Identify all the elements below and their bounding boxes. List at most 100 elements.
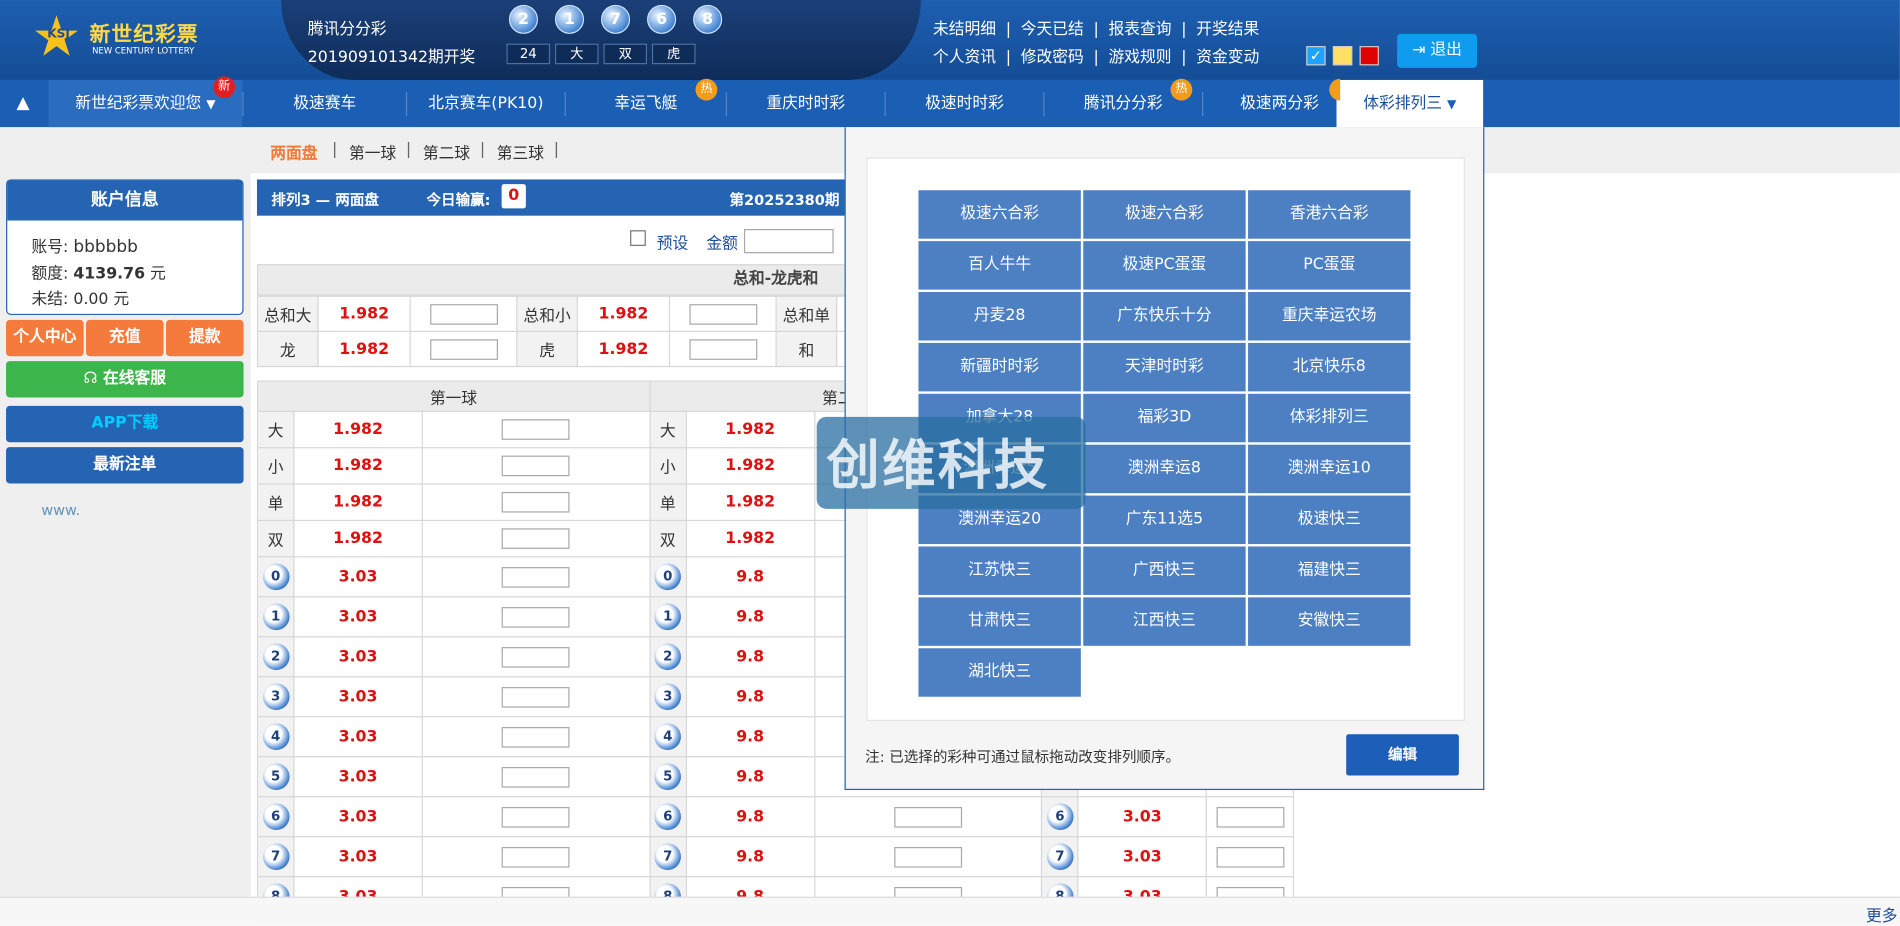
bet-input[interactable] [688,303,757,325]
subtab-ball-1[interactable]: 第一球 [349,141,396,163]
bet-input[interactable] [502,686,570,708]
result-ball: 1 [554,4,585,34]
deposit-button[interactable]: 充值 [86,319,164,357]
logout-icon: ⇥ [1412,41,1431,60]
bet-input[interactable] [502,566,570,588]
bet-input[interactable] [502,846,570,867]
latest-bets-button[interactable]: 最新注单 [6,447,244,484]
bet-input[interactable] [688,338,757,360]
game-option[interactable]: 香港六合彩 [1248,190,1411,239]
link-results[interactable]: 开奖结果 [1196,16,1259,39]
game-option[interactable]: 安徽快三 [1248,597,1411,646]
subtab-ball-3[interactable]: 第三球 [497,141,544,163]
number-ball-icon: 4 [262,723,289,751]
subtab-two-sides[interactable]: 两面盘 [270,141,317,163]
preset-checkbox[interactable] [630,230,646,246]
game-nav: ▲ 新世纪彩票欢迎您 ▼ 极速赛车 北京赛车(PK10) 幸运飞艇 重庆时时彩 … [0,79,1900,128]
option-label: 3 [648,676,687,718]
game-option[interactable]: 澳洲幸运8 [1083,444,1246,494]
game-option[interactable]: 广东快乐十分 [1083,292,1246,341]
amount-input[interactable] [743,229,834,254]
top-links-row2: 个人资讯 | 修改密码 | 游戏规则 | 资金变动 [933,44,1259,66]
game-option[interactable]: 重庆幸运农场 [1248,292,1411,341]
nav-item-cq-ssc[interactable]: 重庆时时彩 [727,80,885,127]
game-option[interactable]: 江西快三 [1083,597,1246,646]
winloss-value: 0 [501,184,526,209]
site-logo[interactable]: ★ KSJ 新世纪彩票 NEW CENTURY LOTTERY [32,7,202,70]
bet-input[interactable] [502,419,570,440]
game-option[interactable]: 广东11选5 [1083,495,1246,545]
game-option[interactable]: 极速快三 [1248,495,1411,545]
game-option[interactable]: 极速PC蛋蛋 [1083,241,1246,290]
bet-input[interactable] [1216,846,1284,867]
section-title-text: 总和-龙虎和 [733,270,819,289]
bet-input[interactable] [502,528,570,549]
odds-value: 3.03 [293,636,423,678]
bet-input[interactable] [1216,806,1284,827]
bet-input[interactable] [429,338,498,360]
link-rules[interactable]: 游戏规则 [1108,44,1171,66]
bet-input[interactable] [502,491,570,513]
theme-blue-checked-icon[interactable]: ✓ [1306,46,1326,66]
game-option[interactable]: 湖北快三 [918,648,1081,697]
theme-yellow-swatch[interactable] [1332,46,1353,66]
bet-input[interactable] [502,646,570,668]
game-option[interactable]: 福彩3D [1083,393,1246,443]
nav-item-speed-ssc[interactable]: 极速时时彩 [886,80,1044,127]
bet-input[interactable] [502,766,570,787]
bet-cell [421,556,651,598]
game-option[interactable]: 广西快三 [1083,546,1246,595]
bet-input[interactable] [502,455,570,477]
option-label: 单 [648,483,687,522]
personal-center-button[interactable]: 个人中心 [6,319,84,357]
bet-input[interactable] [502,806,570,827]
service-label: 在线客服 [103,369,167,388]
credit-label: 额度: [31,265,69,284]
theme-red-swatch[interactable] [1359,46,1379,66]
link-settled-today[interactable]: 今天已结 [1021,16,1084,39]
bet-cell [421,836,651,878]
link-change-password[interactable]: 修改密码 [1021,44,1084,66]
link-report[interactable]: 报表查询 [1108,16,1171,39]
hot-badge: 热 [1170,78,1193,101]
nav-item-speed-racing[interactable]: 极速赛车 [244,80,406,127]
game-option[interactable]: 极速六合彩 [918,190,1081,239]
withdraw-button[interactable]: 提款 [166,319,244,357]
game-option[interactable]: 甘肃快三 [918,597,1081,646]
odds-value: 9.8 [685,596,816,638]
game-option[interactable]: 澳洲幸运10 [1248,444,1411,494]
nav-item-active-pl3[interactable]: 体彩排列三 ▼ [1336,79,1484,128]
subtab-ball-2[interactable]: 第二球 [423,141,470,163]
logout-button[interactable]: ⇥ 退出 [1397,33,1478,68]
edit-button[interactable]: 编辑 [1346,734,1459,776]
game-option[interactable]: 天津时时彩 [1083,342,1246,392]
game-option[interactable]: 福建快三 [1248,546,1411,595]
bet-input[interactable] [502,726,570,748]
link-unsettled[interactable]: 未结明细 [933,16,996,39]
game-option[interactable]: 新疆时时彩 [918,342,1081,392]
link-funds[interactable]: 资金变动 [1196,44,1259,66]
bet-input[interactable] [429,303,498,325]
game-option[interactable]: 北京快乐8 [1248,342,1411,392]
game-option[interactable]: 江苏快三 [918,546,1081,595]
online-service-button[interactable]: ☊ 在线客服 [6,361,244,398]
bet-cell [668,295,777,333]
option-label: 总和小 [516,295,578,333]
game-option[interactable]: 百人牛牛 [918,241,1081,290]
game-option[interactable]: 丹麦28 [918,292,1081,341]
game-option[interactable]: PC蛋蛋 [1248,241,1411,290]
option-label: 4 [648,716,687,758]
number-ball-icon: 0 [654,563,682,591]
link-profile[interactable]: 个人资讯 [933,44,996,66]
number-ball-icon: 5 [654,763,682,791]
bet-input[interactable] [502,606,570,628]
game-option[interactable]: 体彩排列三 [1248,393,1411,443]
top-links-row1: 未结明细 | 今天已结 | 报表查询 | 开奖结果 [933,16,1259,39]
bet-input[interactable] [894,846,962,867]
collapse-up-icon[interactable]: ▲ [0,80,46,127]
nav-item-pk10[interactable]: 北京赛车(PK10) [407,80,565,127]
game-option[interactable]: 极速六合彩 [1083,190,1246,239]
more-link[interactable]: 更多 [1866,903,1898,926]
bet-input[interactable] [894,806,962,827]
app-download-button[interactable]: APP下载 [6,405,244,443]
